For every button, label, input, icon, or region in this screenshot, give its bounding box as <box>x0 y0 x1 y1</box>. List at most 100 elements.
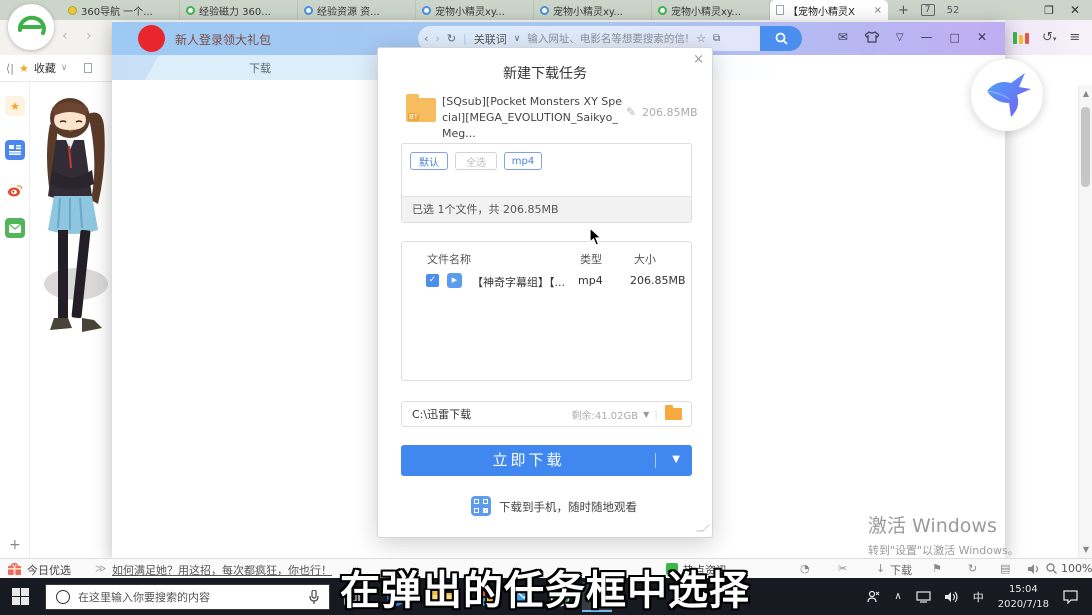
row-checkbox[interactable]: ✓ <box>426 274 439 287</box>
add-sidebar-item-button[interactable]: + <box>9 537 21 553</box>
menu-dropdown-icon[interactable]: ▽ <box>896 32 904 43</box>
search-button[interactable] <box>760 26 802 51</box>
apps-grid-icon[interactable] <box>1013 32 1029 44</box>
page-icon <box>776 5 784 15</box>
speaker-icon[interactable] <box>1028 564 1040 574</box>
weibo-icon[interactable] <box>5 180 25 200</box>
restore-window-icon[interactable]: ❐ <box>1044 4 1054 17</box>
video-play-icon[interactable]: ▶ <box>447 273 462 288</box>
screenshot-scissors-icon[interactable]: ✂ <box>838 562 847 575</box>
filter-default-button[interactable]: 默认 <box>410 152 448 170</box>
tab-resource[interactable]: 经验资源 资... <box>298 0 416 20</box>
collapse-sidebar-icon[interactable]: ⟨| <box>6 62 14 75</box>
promo-banner-text[interactable]: 新人登录领大礼包 <box>175 31 271 48</box>
favorites-star-icon[interactable]: ★ <box>5 96 25 116</box>
chevron-down-icon[interactable]: ∨ <box>514 34 521 44</box>
scrollbar-thumb[interactable] <box>1081 107 1090 187</box>
download-manager-label[interactable]: 下载 <box>890 562 912 578</box>
zoom-level-value[interactable]: 100% <box>1061 562 1092 575</box>
news-feed-icon[interactable] <box>5 140 25 160</box>
refresh-icon[interactable]: ↻ <box>447 32 456 45</box>
minimize-icon[interactable]: — <box>921 30 933 44</box>
new-tab-button[interactable]: + <box>898 3 909 18</box>
download-to-phone-row[interactable]: 下载到手机，随时随地观看 <box>401 496 692 516</box>
download-options-icon[interactable]: ▼ <box>672 454 680 465</box>
today-pick-label[interactable]: 今日优选 <box>27 562 71 578</box>
people-icon[interactable] <box>867 590 880 603</box>
side-panel-icon[interactable]: ▤ <box>1000 562 1010 575</box>
dialog-title: 新建下载任务 <box>378 63 712 83</box>
tab-count-badge[interactable]: 7 <box>921 4 935 16</box>
clock[interactable]: 15:04 2020/7/18 <box>998 582 1049 612</box>
volume-icon[interactable] <box>945 591 959 603</box>
filter-select-all-label: 全选 <box>466 154 486 169</box>
microphone-icon[interactable] <box>309 590 319 604</box>
scroll-up-icon[interactable]: ▲ <box>1079 89 1092 98</box>
new-page-icon[interactable] <box>84 63 92 73</box>
ime-indicator[interactable]: 中 <box>973 589 984 605</box>
tab-pokemon-1[interactable]: 宠物小精灵xy... <box>416 0 534 20</box>
back-icon[interactable]: ‹ <box>62 28 68 44</box>
flag-icon[interactable]: ⚑ <box>932 562 942 575</box>
tab-360-nav[interactable]: 360导航 一个... <box>62 0 180 20</box>
filter-mp4-button[interactable]: mp4 <box>504 152 542 170</box>
column-header-type: 类型 <box>580 251 602 267</box>
menu-icon[interactable]: ≡ <box>1069 30 1080 45</box>
maximize-icon[interactable]: □ <box>950 31 960 44</box>
zoom-magnifier-icon[interactable] <box>1046 563 1057 574</box>
tab-magnet-1[interactable]: 经验磁力 360... <box>180 0 298 20</box>
torrent-file-size: 206.85MB <box>642 106 698 119</box>
related-words-label[interactable]: 关联词 <box>474 31 507 47</box>
notification-center-icon[interactable] <box>1063 590 1078 604</box>
tab-pokemon-3[interactable]: 宠物小精灵xy... <box>652 0 770 20</box>
anime-character-image <box>30 84 116 366</box>
chevron-up-icon[interactable]: ∧ <box>894 591 901 602</box>
taskbar-search-input[interactable]: 在这里输入你要搜索的内容 <box>45 584 330 610</box>
star-bookmark-icon[interactable]: ☆ <box>696 32 706 45</box>
system-tray: ∧ 中 15:04 2020/7/18 <box>867 578 1092 615</box>
address-placeholder[interactable]: 输入网址、电影名等想要搜索的信! <box>527 31 689 46</box>
windows-activation-watermark: 激活 Windows 转到"设置"以激活 Windows。 <box>868 511 1019 558</box>
tab-pokemon-active[interactable]: 【宠物小精灵X × <box>770 0 888 20</box>
edit-name-icon[interactable]: ✎ <box>626 105 636 119</box>
page-scrollbar[interactable]: ▲ ▼ <box>1078 85 1092 558</box>
left-sidebar: ★ + <box>0 82 30 558</box>
tab-close-icon[interactable]: × <box>874 5 882 16</box>
dialog-resize-handle[interactable] <box>696 525 710 532</box>
save-path-input[interactable]: C:\迅雷下载 剩余:41.02GB ▼ | <box>401 401 692 427</box>
tab-favicon <box>304 6 313 15</box>
close-window-icon[interactable]: ✕ <box>1070 3 1080 17</box>
download-now-button[interactable]: 立即下载 ▼ <box>401 445 692 476</box>
back-icon[interactable]: ‹ <box>424 32 428 45</box>
filter-mp4-label: mp4 <box>512 156 534 167</box>
filter-select-all-button[interactable]: 全选 <box>455 152 497 170</box>
download-to-phone-label: 下载到手机，随时随地观看 <box>499 499 637 515</box>
favorites-label[interactable]: 收藏 <box>34 60 56 76</box>
chevron-down-icon[interactable]: ∨ <box>61 63 68 73</box>
theme-shirt-icon[interactable] <box>865 31 879 43</box>
promo-news-link[interactable]: 如何满足她？用这招，每次都疯狂，你也行！ <box>112 562 332 578</box>
add-bookmark-icon[interactable]: ⧉ <box>713 33 720 44</box>
path-dropdown-icon[interactable]: ▼ <box>643 410 649 419</box>
close-icon[interactable]: ✕ <box>977 30 987 44</box>
tab-pokemon-2[interactable]: 宠物小精灵xy... <box>534 0 652 20</box>
forward-icon[interactable]: › <box>435 32 439 45</box>
promo-red-badge-icon[interactable] <box>138 25 165 52</box>
scroll-down-icon[interactable]: ▼ <box>1079 545 1092 554</box>
tab-download[interactable]: 下载 <box>145 55 375 80</box>
download-arrow-icon[interactable]: ↓ <box>876 562 885 575</box>
mail-icon[interactable] <box>5 218 25 238</box>
torrent-file-name: [SQsub][Pocket Monsters XY Special][MEGA… <box>442 94 624 142</box>
refresh-icon[interactable]: ↻ <box>968 562 977 575</box>
mail-icon[interactable]: ✉ <box>838 30 848 44</box>
thunder-bird-logo[interactable] <box>971 59 1043 131</box>
browser-360-logo-icon[interactable] <box>8 4 54 50</box>
history-clock-icon[interactable]: ◔ <box>800 562 810 575</box>
search-icon <box>775 32 788 45</box>
undo-icon[interactable]: ↺▾ <box>1042 30 1056 45</box>
network-icon[interactable] <box>916 591 931 603</box>
windows-start-icon[interactable] <box>12 588 29 605</box>
forward-icon[interactable]: › <box>86 28 92 44</box>
browse-folder-icon[interactable] <box>665 408 682 420</box>
badge-52[interactable]: 52 <box>947 5 960 16</box>
